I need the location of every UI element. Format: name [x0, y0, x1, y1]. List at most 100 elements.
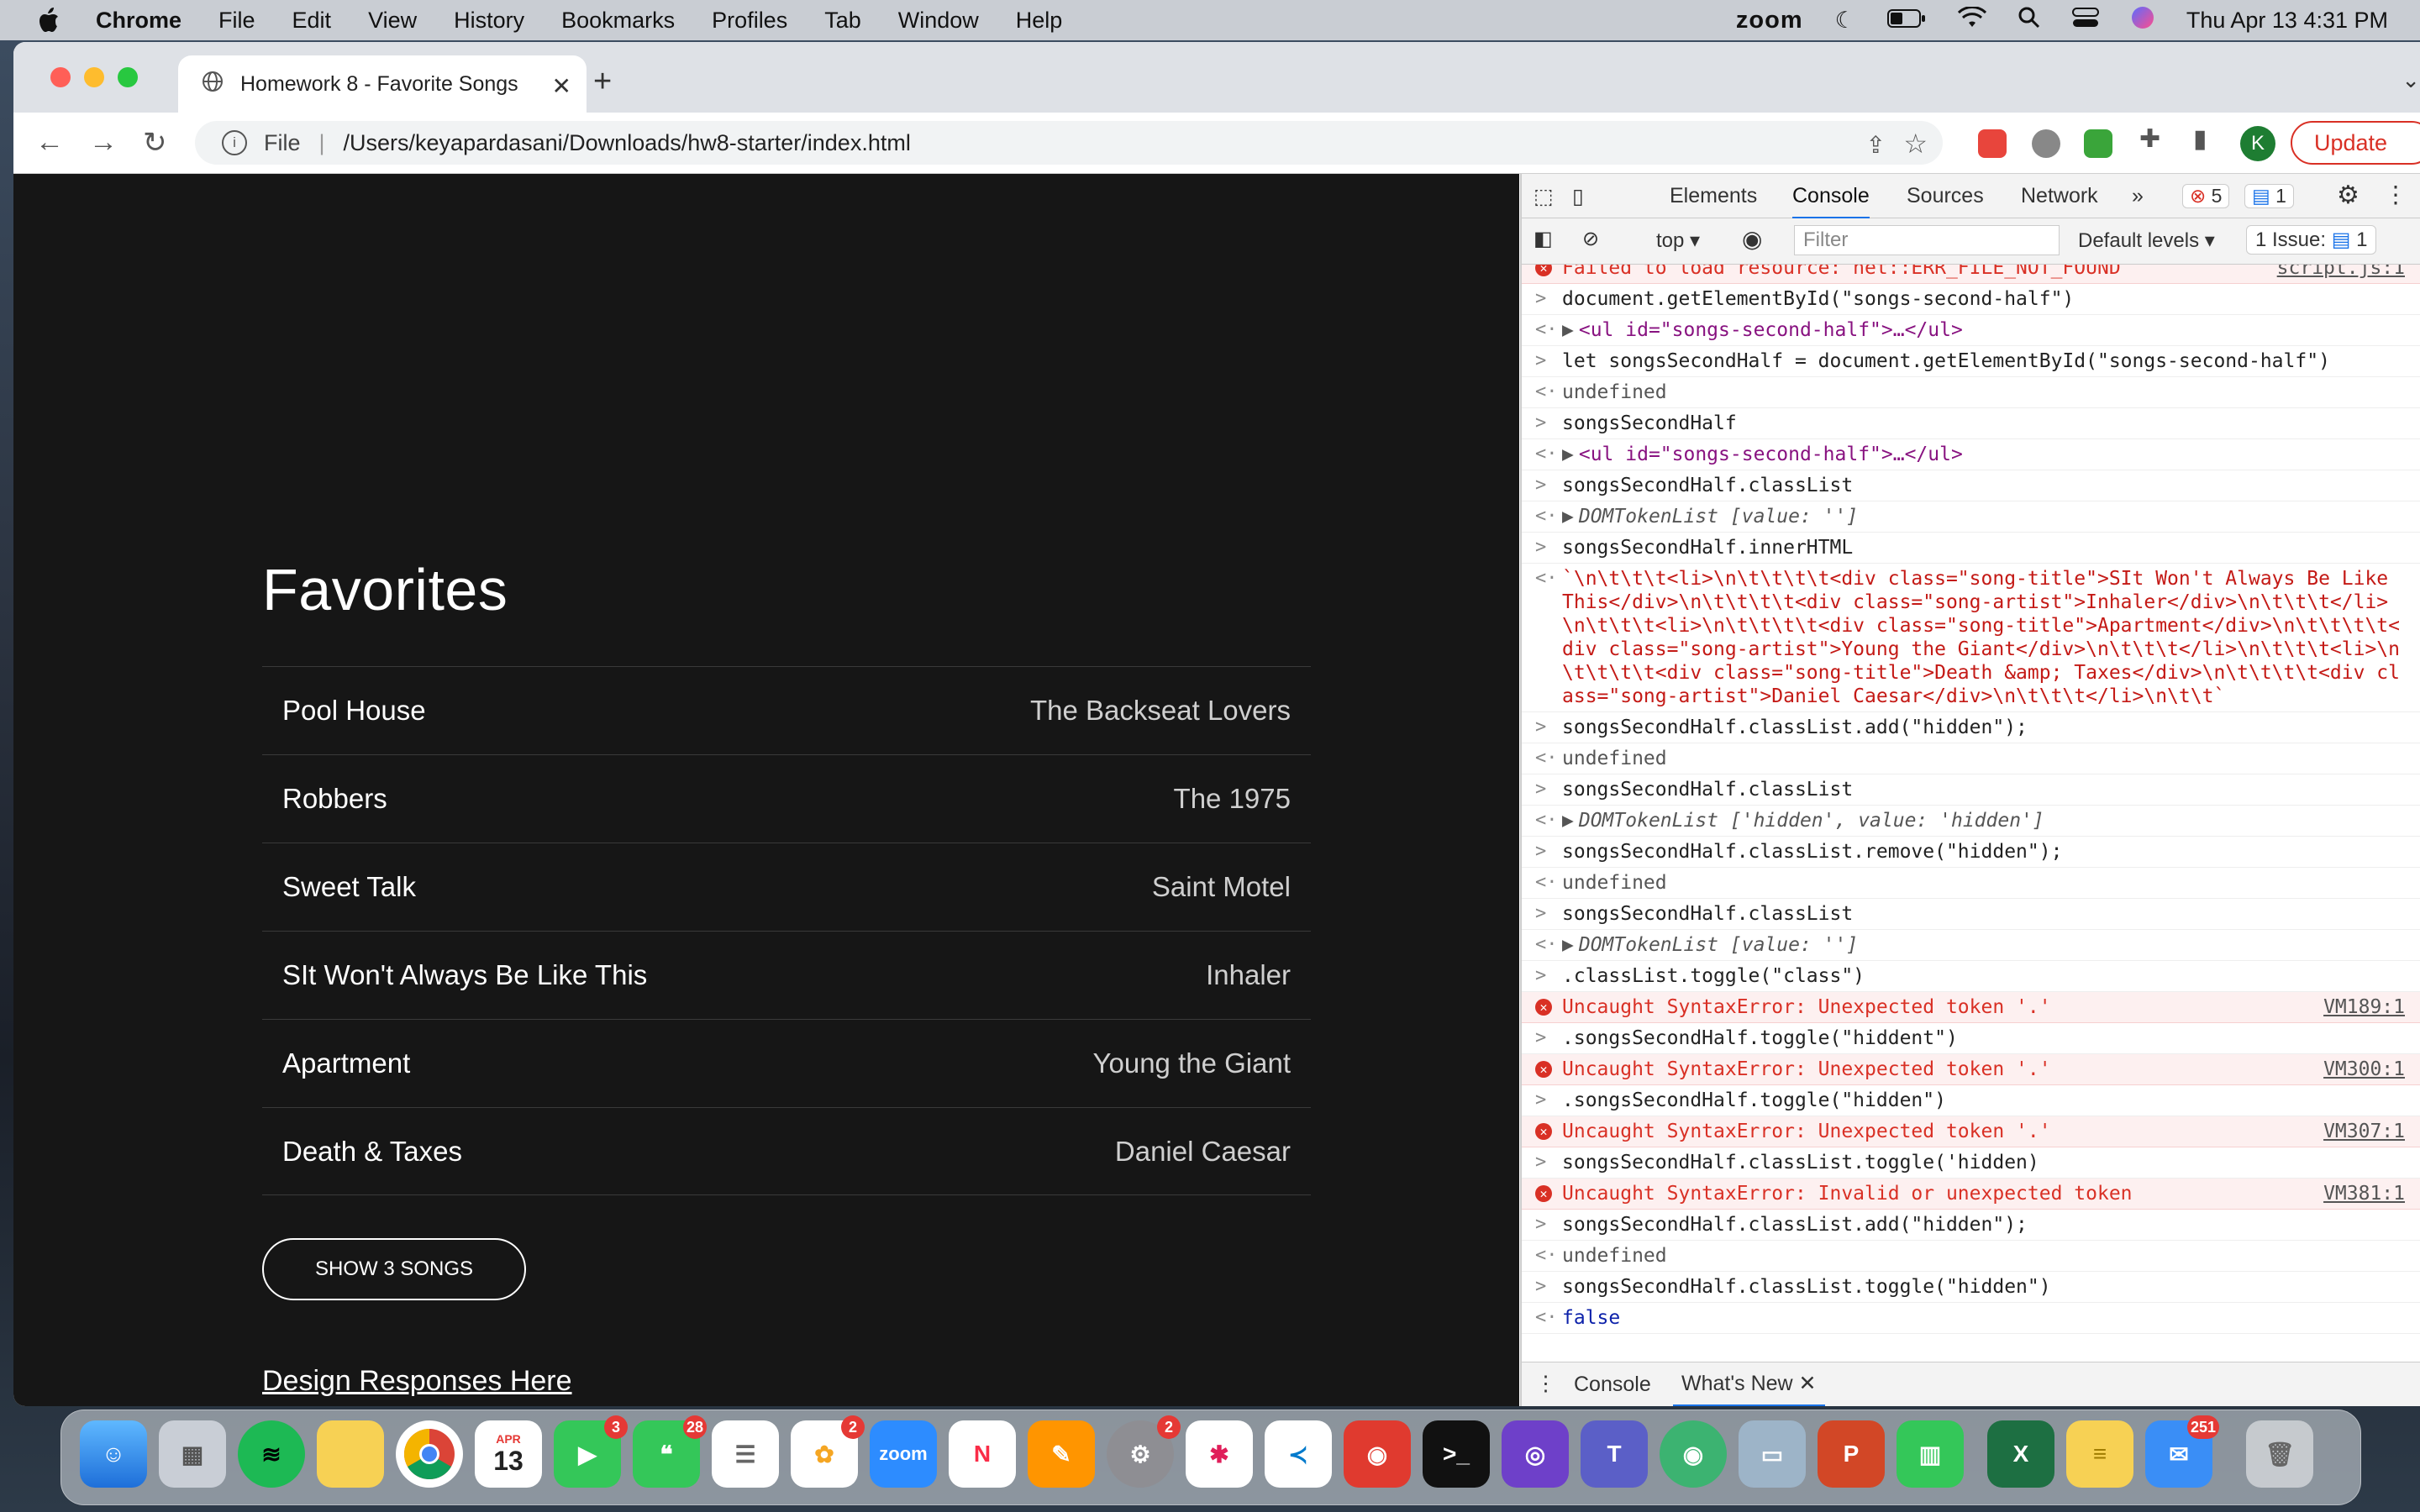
- find-my-icon[interactable]: ◉: [1660, 1420, 1727, 1488]
- device-toolbar-icon[interactable]: ▯: [1572, 184, 1584, 209]
- menu-edit[interactable]: Edit: [292, 8, 332, 34]
- facetime-icon[interactable]: ▶ 3: [554, 1415, 628, 1488]
- drawer-tab-console[interactable]: Console: [1574, 1373, 1651, 1397]
- url-path[interactable]: /Users/keyapardasani/Downloads/hw8-start…: [344, 130, 911, 156]
- console-result[interactable]: DOMTokenList [value: '']: [1579, 934, 1858, 956]
- news-icon[interactable]: N: [949, 1420, 1016, 1488]
- share-icon[interactable]: ⇪: [1866, 131, 1886, 159]
- design-responses-link[interactable]: Design Responses Here: [262, 1365, 572, 1398]
- sidebar-toggle-icon[interactable]: ◧: [1534, 227, 1553, 251]
- finder-icon[interactable]: ☺: [80, 1420, 147, 1488]
- minimize-window-button[interactable]: [84, 67, 104, 87]
- tab-sources[interactable]: Sources: [1907, 184, 1984, 208]
- site-info-icon[interactable]: i: [222, 130, 247, 155]
- close-drawer-tab-icon[interactable]: ✕: [1799, 1372, 1817, 1395]
- spotify-icon[interactable]: ≋: [238, 1420, 305, 1488]
- messages-icon[interactable]: ❝ 28: [633, 1415, 707, 1488]
- menu-help[interactable]: Help: [1016, 8, 1063, 34]
- mail-icon[interactable]: ✉ 251: [2145, 1415, 2219, 1488]
- teams-icon[interactable]: T: [1581, 1420, 1648, 1488]
- error-count-badge[interactable]: ⊗ 5: [2182, 184, 2230, 208]
- wifi-icon[interactable]: [1957, 5, 1986, 34]
- photo-booth-icon[interactable]: ◉: [1344, 1420, 1411, 1488]
- excel-icon[interactable]: X: [1987, 1420, 2054, 1488]
- tab-elements[interactable]: Elements: [1670, 184, 1757, 208]
- menu-profiles[interactable]: Profiles: [712, 8, 787, 34]
- back-arrow-icon[interactable]: ←: [35, 126, 64, 159]
- close-window-button[interactable]: [50, 67, 71, 87]
- zoom-app-icon[interactable]: zoom: [870, 1420, 937, 1488]
- stickies-icon[interactable]: ≡: [2066, 1420, 2133, 1488]
- console-command[interactable]: .songsSecondHalf.toggle("hiddent"): [1562, 1027, 1958, 1049]
- battery-icon[interactable]: [1886, 8, 1926, 34]
- notes-icon[interactable]: [317, 1420, 384, 1488]
- address-bar[interactable]: i File | /Users/keyapardasani/Downloads/…: [195, 121, 1943, 165]
- extensions-puzzle-icon[interactable]: ✚: [2139, 124, 2160, 154]
- extension-frog-icon[interactable]: [2084, 129, 2112, 158]
- console-command[interactable]: songsSecondHalf.classList.add("hidden");: [1562, 717, 2028, 738]
- menu-file[interactable]: File: [218, 8, 255, 34]
- console-command[interactable]: .classList.toggle("class"): [1562, 965, 1865, 987]
- github-desktop-icon[interactable]: ◎: [1502, 1420, 1569, 1488]
- source-link[interactable]: VM381:1: [2323, 1182, 2405, 1205]
- log-levels-dropdown[interactable]: Default levels ▾: [2078, 228, 2215, 253]
- close-tab-icon[interactable]: ✕: [552, 72, 571, 100]
- clock-datetime[interactable]: Thu Apr 13 4:31 PM: [2186, 8, 2388, 34]
- menu-history[interactable]: History: [454, 8, 524, 34]
- more-options-icon[interactable]: ⋮: [2384, 181, 2407, 208]
- system-settings-icon[interactable]: ⚙ 2: [1107, 1415, 1181, 1488]
- expand-triangle-icon[interactable]: ▶: [1562, 444, 1574, 465]
- launchpad-icon[interactable]: ▦: [159, 1420, 226, 1488]
- console-filter-input[interactable]: Filter: [1794, 225, 2060, 255]
- trash-icon[interactable]: 🗑: [2246, 1420, 2313, 1488]
- console-result[interactable]: <ul id="songs-second-half">…</ul>: [1579, 444, 1963, 465]
- extension-red-icon[interactable]: [1978, 129, 2007, 158]
- pages-icon[interactable]: ✎: [1028, 1420, 1095, 1488]
- menu-tab[interactable]: Tab: [824, 8, 861, 34]
- console-result[interactable]: DOMTokenList ['hidden', value: 'hidden']: [1579, 810, 2044, 832]
- update-button[interactable]: Update: [2291, 121, 2420, 165]
- expand-triangle-icon[interactable]: ▶: [1562, 810, 1574, 832]
- message-count-badge[interactable]: ▤ 1: [2244, 184, 2294, 208]
- numbers-icon[interactable]: ▥: [1897, 1420, 1964, 1488]
- side-panel-icon[interactable]: ▮: [2193, 124, 2207, 154]
- console-command[interactable]: songsSecondHalf.classList.toggle("hidden…: [1562, 1276, 2051, 1298]
- powerpoint-icon[interactable]: P: [1818, 1420, 1885, 1488]
- source-link[interactable]: VM300:1: [2323, 1058, 2405, 1081]
- console-result[interactable]: DOMTokenList [value: '']: [1579, 506, 1858, 528]
- menu-app-name[interactable]: Chrome: [96, 8, 182, 34]
- source-link[interactable]: VM189:1: [2323, 995, 2405, 1019]
- clear-console-icon[interactable]: ⊘: [1582, 227, 1599, 251]
- drawer-menu-icon[interactable]: ⋮: [1535, 1371, 1556, 1396]
- expand-triangle-icon[interactable]: ▶: [1562, 506, 1574, 528]
- console-command[interactable]: songsSecondHalf.classList: [1562, 903, 1853, 925]
- expand-triangle-icon[interactable]: ▶: [1562, 319, 1574, 341]
- menu-bookmarks[interactable]: Bookmarks: [561, 8, 675, 34]
- zoom-status-item[interactable]: zoom: [1736, 7, 1803, 34]
- apple-menu-icon[interactable]: [39, 6, 64, 34]
- photos-icon[interactable]: ✿ 2: [791, 1415, 865, 1488]
- spotlight-search-icon[interactable]: [2018, 7, 2040, 34]
- tab-network[interactable]: Network: [2021, 184, 2098, 208]
- console-command[interactable]: let songsSecondHalf = document.getElemen…: [1562, 350, 2330, 372]
- chrome-icon[interactable]: [396, 1420, 463, 1488]
- calendar-icon[interactable]: APR 13: [475, 1420, 542, 1488]
- menu-window[interactable]: Window: [898, 8, 979, 34]
- console-command[interactable]: songsSecondHalf.classList.add("hidden");: [1562, 1214, 2028, 1236]
- tab-console[interactable]: Console: [1792, 184, 1870, 220]
- settings-gear-icon[interactable]: ⚙: [2337, 181, 2360, 210]
- slack-icon[interactable]: ✱: [1186, 1420, 1253, 1488]
- forward-arrow-icon[interactable]: →: [89, 126, 118, 159]
- console-command[interactable]: songsSecondHalf.classList: [1562, 475, 1853, 496]
- vscode-icon[interactable]: ≺: [1265, 1420, 1332, 1488]
- issues-button[interactable]: 1 Issue: ▤ 1: [2246, 225, 2377, 255]
- profile-avatar[interactable]: K: [2240, 126, 2275, 161]
- context-selector[interactable]: top ▾: [1656, 228, 1700, 253]
- show-songs-button[interactable]: SHOW 3 SONGS: [262, 1238, 526, 1300]
- console-command[interactable]: songsSecondHalf.innerHTML: [1562, 537, 1853, 559]
- console-result[interactable]: <ul id="songs-second-half">…</ul>: [1579, 319, 1963, 341]
- console-command[interactable]: document.getElementById("songs-second-ha…: [1562, 288, 2074, 310]
- source-link[interactable]: script.js:1: [2277, 265, 2405, 280]
- console-command[interactable]: .songsSecondHalf.toggle("hidden"): [1562, 1089, 1946, 1111]
- inspect-element-icon[interactable]: ⬚: [1534, 184, 1554, 209]
